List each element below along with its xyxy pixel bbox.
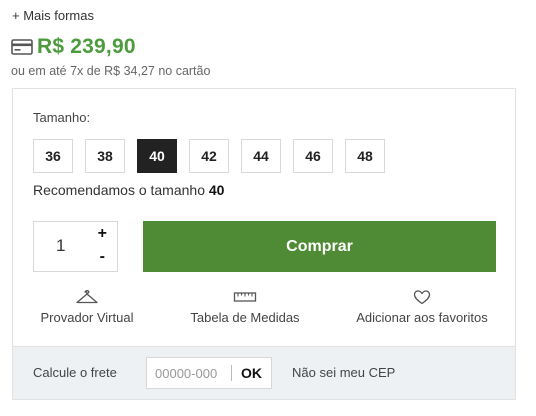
cep-ok-button[interactable]: OK — [232, 365, 271, 381]
installments-text: ou em até 7x de R$ 34,27 no cartão — [11, 64, 211, 78]
size-chart-button[interactable]: Tabela de Medidas — [181, 289, 309, 325]
price-row: R$ 239,90 — [11, 35, 136, 59]
shipping-calculator: Calcule o frete OK Não sei meu CEP — [13, 346, 515, 399]
size-option-42[interactable]: 42 — [189, 139, 229, 173]
virtual-fitting-button[interactable]: Provador Virtual — [33, 289, 141, 325]
purchase-panel: Tamanho: 36 38 40 42 44 46 48 Recomendam… — [12, 88, 516, 400]
size-chart-label: Tabela de Medidas — [190, 310, 300, 325]
credit-card-icon — [11, 39, 33, 55]
virtual-fitting-label: Provador Virtual — [40, 310, 134, 325]
more-payment-options-link[interactable]: + Mais formas — [12, 8, 94, 23]
size-option-46[interactable]: 46 — [293, 139, 333, 173]
quantity-stepper[interactable]: 1 + - — [33, 221, 118, 272]
add-to-favorites-button[interactable]: Adicionar aos favoritos — [347, 289, 497, 325]
size-options: 36 38 40 42 44 46 48 — [33, 139, 397, 173]
size-option-40[interactable]: 40 — [137, 139, 177, 173]
size-option-44[interactable]: 44 — [241, 139, 281, 173]
size-recommendation: Recomendamos o tamanho 40 — [33, 182, 224, 198]
quantity-value[interactable]: 1 — [56, 236, 65, 256]
cep-field-group: OK — [146, 357, 272, 389]
cep-input[interactable] — [147, 358, 231, 388]
quantity-decrease-button[interactable]: - — [100, 248, 105, 266]
recommended-size: 40 — [208, 182, 225, 198]
shipping-label: Calcule o frete — [33, 365, 117, 380]
ruler-icon — [233, 292, 257, 302]
heart-icon — [413, 290, 431, 305]
size-label: Tamanho: — [33, 110, 91, 125]
size-option-48[interactable]: 48 — [345, 139, 385, 173]
hanger-icon — [76, 290, 98, 304]
product-price: R$ 239,90 — [37, 35, 136, 58]
quantity-increase-button[interactable]: + — [98, 225, 107, 243]
unknown-cep-link[interactable]: Não sei meu CEP — [292, 365, 395, 380]
add-to-favorites-label: Adicionar aos favoritos — [356, 310, 488, 325]
size-option-38[interactable]: 38 — [85, 139, 125, 173]
size-option-36[interactable]: 36 — [33, 139, 73, 173]
buy-button[interactable]: Comprar — [143, 221, 496, 272]
recommendation-text: Recomendamos o tamanho — [33, 182, 209, 198]
